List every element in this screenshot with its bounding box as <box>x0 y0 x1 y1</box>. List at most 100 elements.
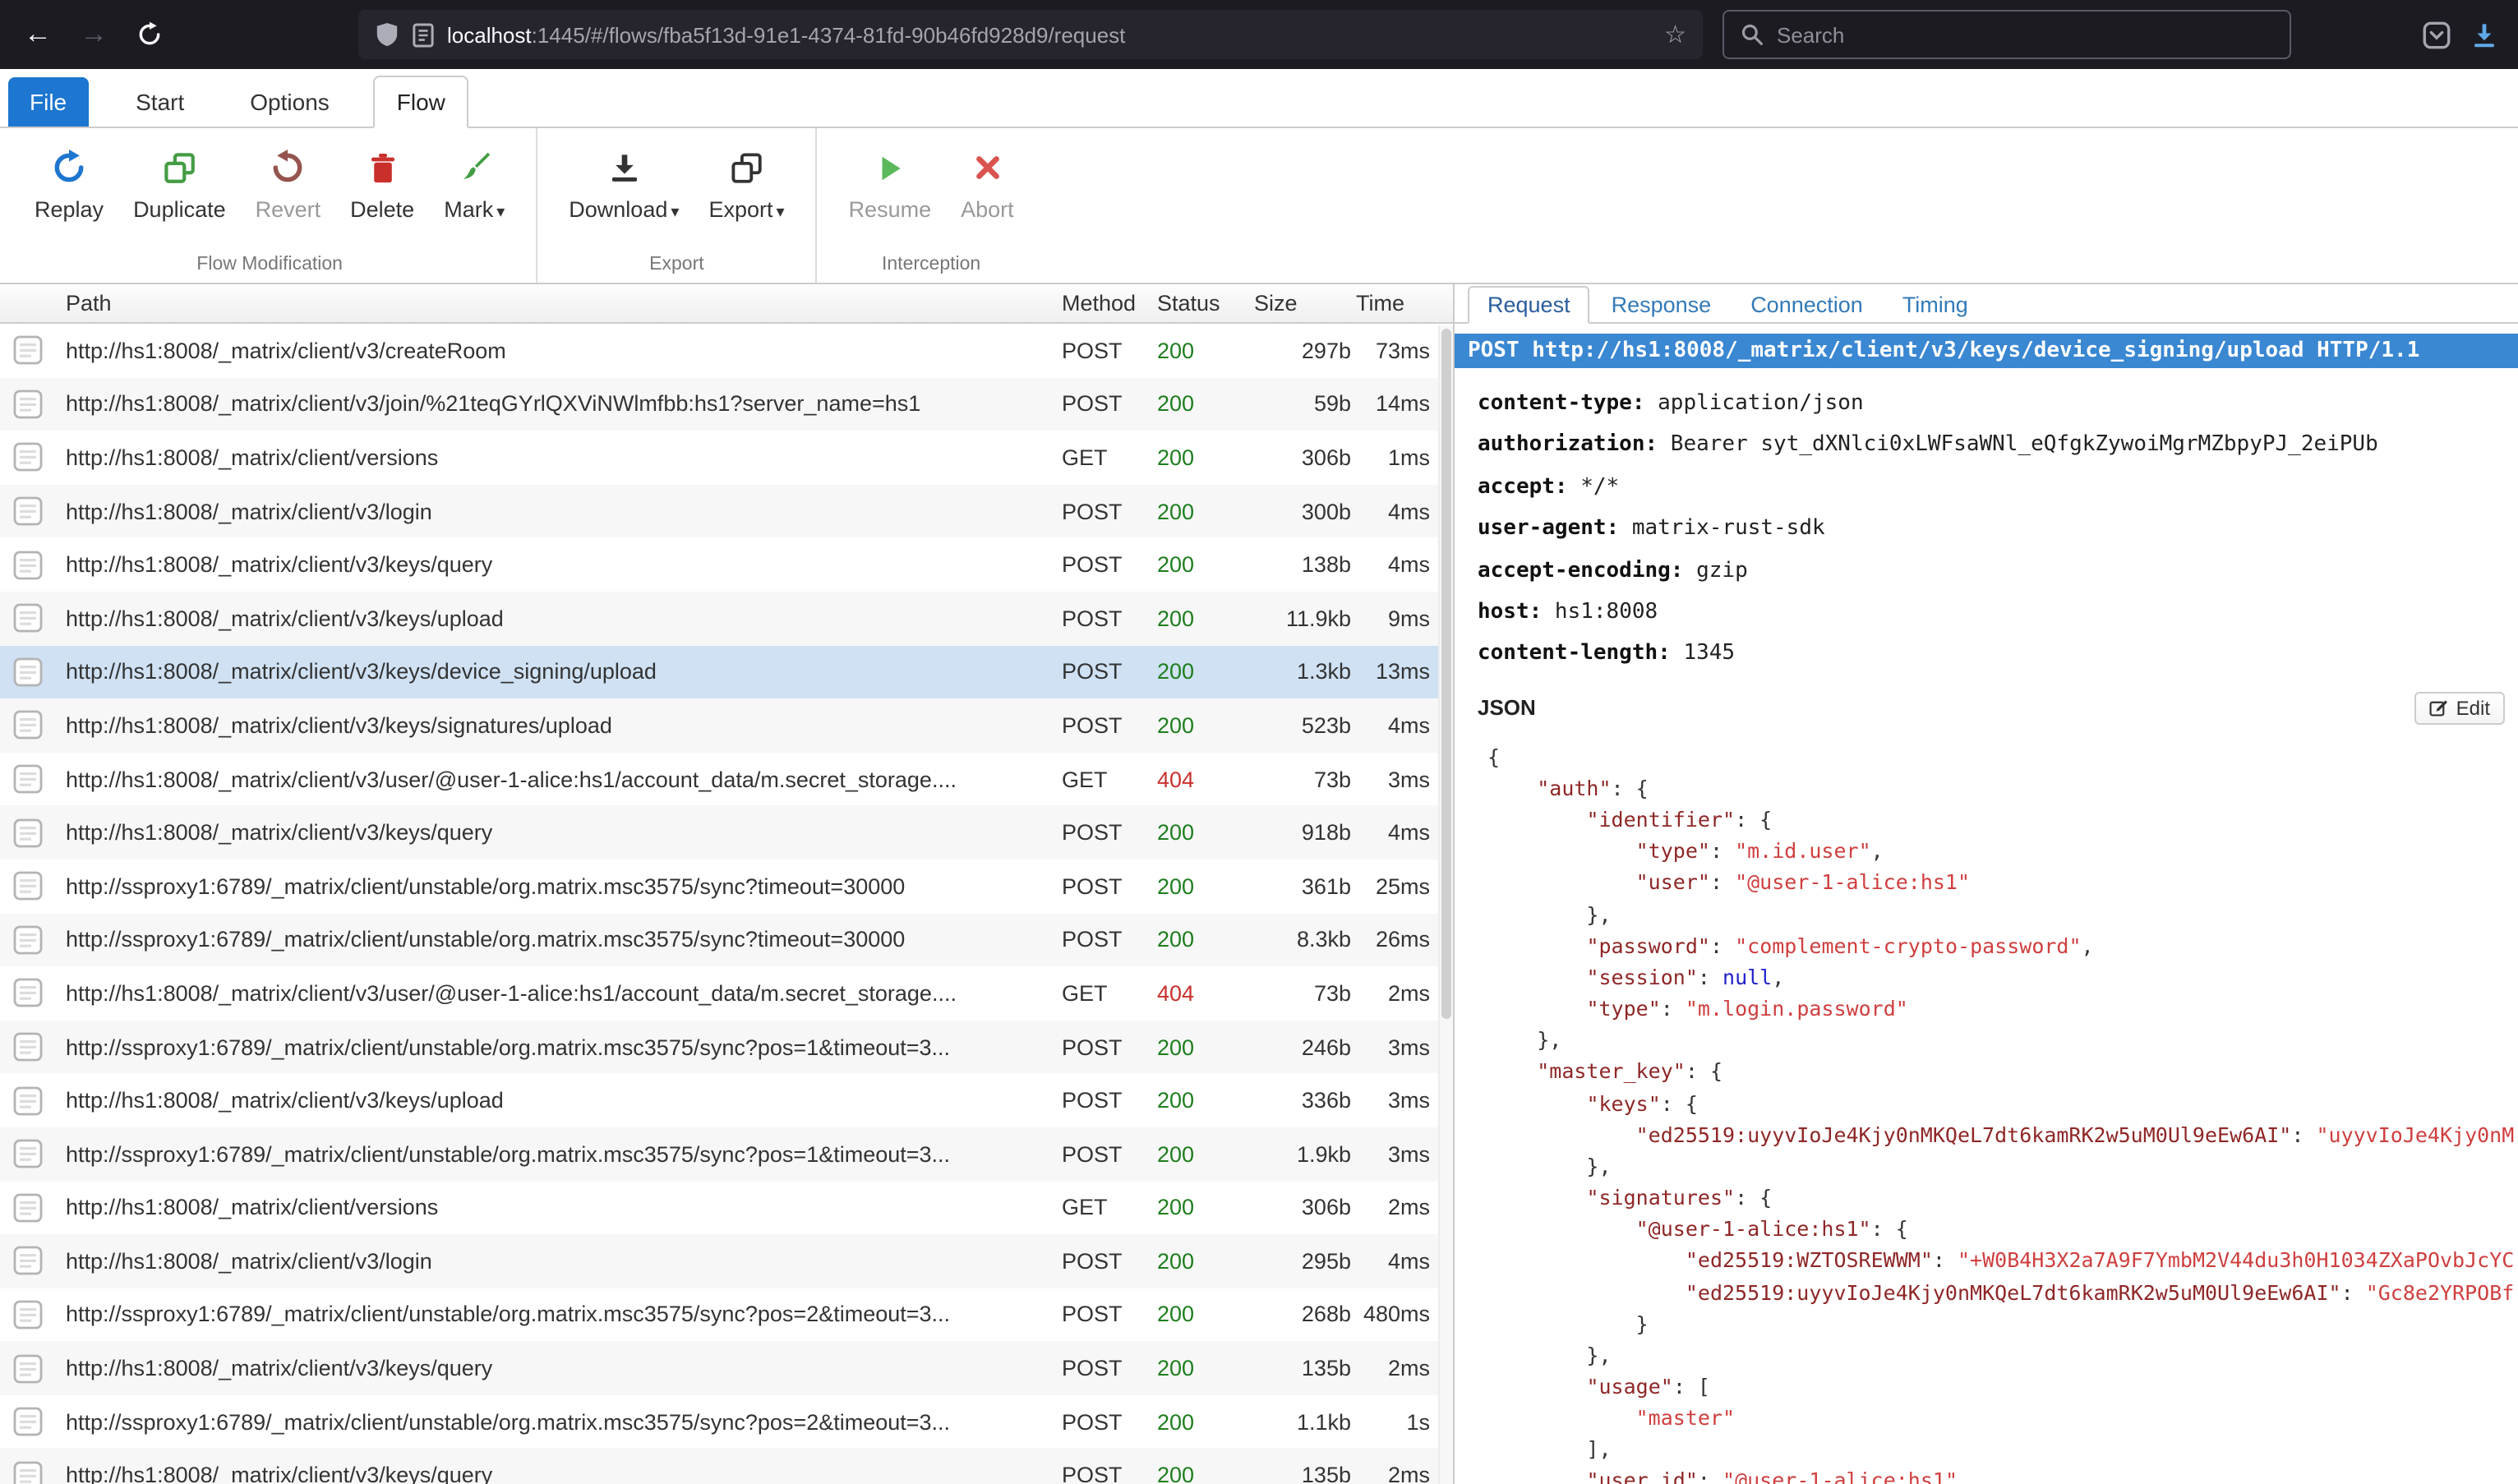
tab-connection[interactable]: Connection <box>1732 288 1881 322</box>
tab-request[interactable]: Request <box>1468 286 1590 324</box>
flow-row[interactable]: http://hs1:8008/_matrix/client/v3/join/%… <box>0 377 1453 431</box>
flow-path: http://hs1:8008/_matrix/client/v3/join/%… <box>56 392 1062 417</box>
column-path[interactable]: Path <box>56 291 1062 316</box>
forward-button[interactable]: → <box>69 10 118 59</box>
replay-button[interactable]: Replay <box>20 140 118 228</box>
revert-button[interactable]: Revert <box>241 140 336 228</box>
flow-status: 200 <box>1157 873 1249 898</box>
json-line: "type": "m.id.user", <box>1487 836 2518 867</box>
replay-icon <box>51 146 87 189</box>
flow-list-scrollbar[interactable] <box>1438 325 1453 1484</box>
flow-status: 200 <box>1157 1196 1249 1220</box>
tab-start[interactable]: Start <box>114 77 205 127</box>
flow-path: http://hs1:8008/_matrix/client/v3/login <box>56 499 1062 523</box>
flow-row[interactable]: http://hs1:8008/_matrix/client/v3/keys/u… <box>0 1074 1453 1127</box>
json-line: "master_key": { <box>1487 1056 2518 1087</box>
flow-size: 59b <box>1249 392 1351 417</box>
reload-button[interactable] <box>125 10 174 59</box>
flow-size: 306b <box>1249 445 1351 470</box>
flow-status: 200 <box>1157 928 1249 952</box>
column-time[interactable]: Time <box>1351 291 1453 316</box>
flow-status: 200 <box>1157 660 1249 684</box>
tab-response[interactable]: Response <box>1593 288 1730 322</box>
flow-row[interactable]: http://hs1:8008/_matrix/client/v3/login … <box>0 485 1453 538</box>
export-button[interactable]: Export▾ <box>694 140 799 228</box>
abort-button[interactable]: Abort <box>946 140 1029 228</box>
tab-flow[interactable]: Flow <box>374 76 468 128</box>
mark-button[interactable]: Mark▾ <box>429 140 519 228</box>
download-button[interactable]: Download▾ <box>554 140 694 228</box>
flow-document-icon <box>13 871 43 901</box>
back-button[interactable]: ← <box>13 10 62 59</box>
flow-row[interactable]: http://ssproxy1:6789/_matrix/client/unst… <box>0 1395 1453 1449</box>
delete-button[interactable]: Delete <box>335 140 429 228</box>
flow-row[interactable]: http://hs1:8008/_matrix/client/v3/keys/q… <box>0 806 1453 860</box>
flow-row[interactable]: http://hs1:8008/_matrix/client/v3/user/@… <box>0 753 1453 806</box>
paintbrush-icon <box>457 146 491 189</box>
request-line[interactable]: POST http://hs1:8008/_matrix/client/v3/k… <box>1455 334 2518 368</box>
flow-method: POST <box>1062 552 1157 577</box>
flow-document-icon <box>13 1247 43 1276</box>
flow-row[interactable]: http://hs1:8008/_matrix/client/v3/keys/s… <box>0 698 1453 752</box>
column-size[interactable]: Size <box>1249 291 1351 316</box>
flow-path: http://hs1:8008/_matrix/client/v3/keys/d… <box>56 660 1062 684</box>
scrollbar-thumb[interactable] <box>1441 329 1451 1019</box>
download-icon <box>607 146 640 189</box>
flow-row[interactable]: http://hs1:8008/_matrix/client/v3/create… <box>0 324 1453 377</box>
json-body[interactable]: { "auth": { "identifier": { "type": "m.i… <box>1455 731 2518 1484</box>
search-input[interactable]: Search <box>1722 10 2291 59</box>
flow-method: POST <box>1062 820 1157 845</box>
flow-document-icon <box>13 1461 43 1484</box>
flow-size: 336b <box>1249 1088 1351 1113</box>
column-method[interactable]: Method <box>1062 291 1157 316</box>
flow-size: 297b <box>1249 339 1351 363</box>
flow-row[interactable]: http://hs1:8008/_matrix/client/v3/keys/u… <box>0 592 1453 645</box>
tab-options[interactable]: Options <box>228 77 351 127</box>
flow-status: 200 <box>1157 1463 1249 1484</box>
flow-row[interactable]: http://ssproxy1:6789/_matrix/client/unst… <box>0 913 1453 966</box>
flow-row[interactable]: http://hs1:8008/_matrix/client/v3/keys/d… <box>0 645 1453 698</box>
flow-document-icon <box>13 711 43 740</box>
trash-icon <box>367 146 397 189</box>
json-line: ], <box>1487 1434 2518 1465</box>
flow-method: POST <box>1062 1141 1157 1166</box>
flow-row[interactable]: http://hs1:8008/_matrix/client/v3/login … <box>0 1234 1453 1288</box>
column-status[interactable]: Status <box>1157 291 1249 316</box>
flow-row[interactable]: http://hs1:8008/_matrix/client/v3/keys/q… <box>0 538 1453 592</box>
flow-row[interactable]: http://ssproxy1:6789/_matrix/client/unst… <box>0 860 1453 913</box>
flow-status: 200 <box>1157 1409 1249 1434</box>
flow-row[interactable]: http://ssproxy1:6789/_matrix/client/unst… <box>0 1020 1453 1073</box>
flow-size: 300b <box>1249 499 1351 523</box>
tab-file[interactable]: File <box>8 77 88 127</box>
downloads-icon[interactable] <box>2470 21 2498 48</box>
json-line: "ed25519:uyyvIoJe4Kjy0nMKQeL7dt6kamRK2w5… <box>1487 1118 2518 1150</box>
main-area: Path Method Status Size Time http://hs1:… <box>0 284 2518 1484</box>
flow-row[interactable]: http://hs1:8008/_matrix/client/v3/keys/q… <box>0 1342 1453 1395</box>
flow-method: POST <box>1062 339 1157 363</box>
resume-button[interactable]: Resume <box>834 140 947 228</box>
flow-table-header[interactable]: Path Method Status Size Time <box>0 284 1453 324</box>
flow-status: 200 <box>1157 606 1249 631</box>
flow-size: 361b <box>1249 873 1351 898</box>
url-bar[interactable]: localhost:1445/#/flows/fba5f13d-91e1-437… <box>358 10 1703 59</box>
tab-timing[interactable]: Timing <box>1884 288 1986 322</box>
bookmark-star-icon[interactable]: ☆ <box>1664 20 1686 49</box>
json-line: "@user-1-alice:hs1": { <box>1487 1213 2518 1244</box>
pocket-save-icon[interactable] <box>2423 21 2451 48</box>
flow-row[interactable]: http://ssproxy1:6789/_matrix/client/unst… <box>0 1127 1453 1181</box>
flow-row[interactable]: http://hs1:8008/_matrix/client/versions … <box>0 431 1453 484</box>
duplicate-button[interactable]: Duplicate <box>118 140 241 228</box>
flow-row[interactable]: http://hs1:8008/_matrix/client/versions … <box>0 1181 1453 1234</box>
flow-row[interactable]: http://hs1:8008/_matrix/client/v3/keys/q… <box>0 1449 1453 1484</box>
flow-document-icon <box>13 818 43 847</box>
flow-path: http://hs1:8008/_matrix/client/v3/keys/q… <box>56 1463 1062 1484</box>
flow-row[interactable]: http://hs1:8008/_matrix/client/v3/user/@… <box>0 966 1453 1020</box>
edit-button[interactable]: Edit <box>2415 692 2505 725</box>
json-section-bar: JSON Edit <box>1455 675 2518 731</box>
pencil-icon <box>2430 699 2448 717</box>
flow-row[interactable]: http://ssproxy1:6789/_matrix/client/unst… <box>0 1288 1453 1341</box>
flow-method: POST <box>1062 392 1157 417</box>
flow-size: 523b <box>1249 713 1351 738</box>
json-line: "auth": { <box>1487 772 2518 804</box>
flow-status: 200 <box>1157 1302 1249 1327</box>
